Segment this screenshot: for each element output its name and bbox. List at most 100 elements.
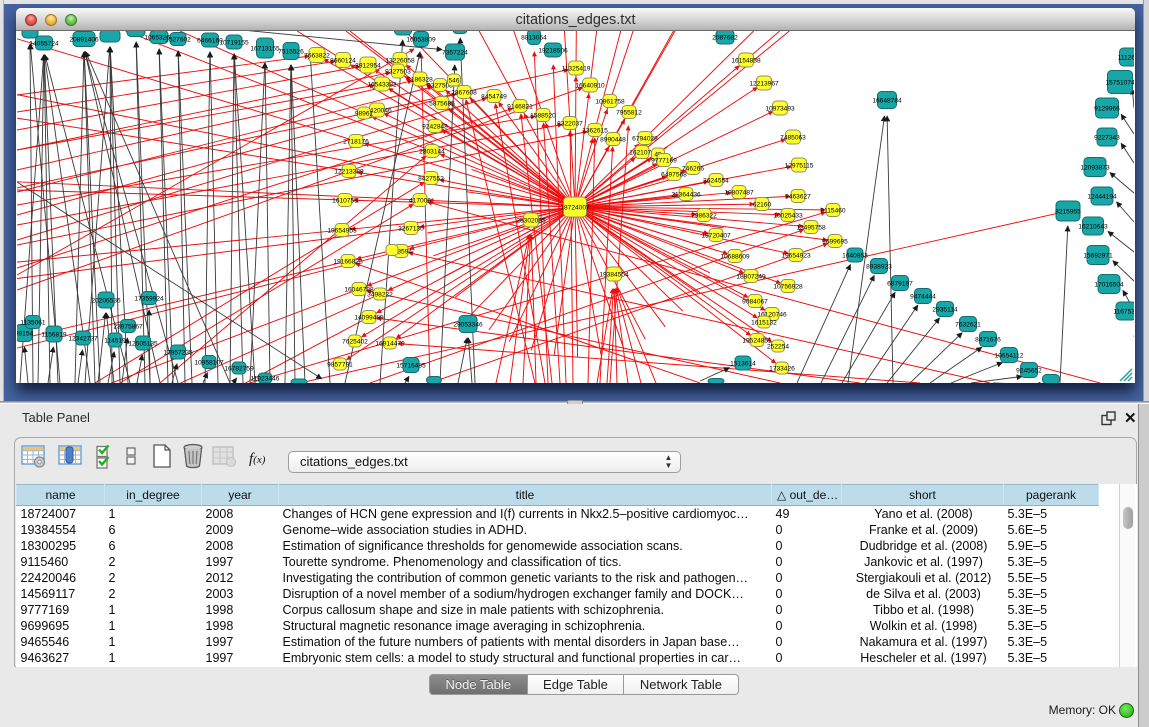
svg-text:11325419: 11325419 bbox=[562, 66, 591, 73]
svg-text:12505135: 12505135 bbox=[128, 341, 158, 348]
svg-text:19384554: 19384554 bbox=[599, 272, 629, 279]
svg-text:746266: 746266 bbox=[682, 166, 704, 173]
svg-text:1513614: 1513614 bbox=[730, 361, 756, 368]
svg-text:13495758: 13495758 bbox=[796, 225, 826, 232]
svg-text:10973493: 10973493 bbox=[765, 106, 795, 113]
svg-text:21364436: 21364436 bbox=[671, 192, 701, 199]
svg-text:16053809: 16053809 bbox=[406, 37, 436, 44]
svg-text:1527602: 1527602 bbox=[165, 37, 191, 44]
svg-text:8322037: 8322037 bbox=[557, 121, 583, 128]
svg-text:2867608: 2867608 bbox=[451, 90, 477, 97]
svg-text:546: 546 bbox=[448, 78, 459, 85]
svg-text:2718176: 2718176 bbox=[343, 139, 369, 146]
svg-text:2087682: 2087682 bbox=[712, 35, 738, 42]
svg-text:16914479: 16914479 bbox=[375, 341, 405, 348]
svg-text:9129966: 9129966 bbox=[1094, 106, 1120, 113]
svg-text:3624554: 3624554 bbox=[703, 178, 729, 185]
svg-text:9245652: 9245652 bbox=[1016, 368, 1042, 375]
svg-text:1112616: 1112616 bbox=[1118, 55, 1134, 62]
svg-text:9242848: 9242848 bbox=[422, 124, 448, 131]
svg-text:8990448: 8990448 bbox=[600, 137, 626, 144]
svg-text:16782759: 16782759 bbox=[224, 366, 254, 373]
svg-text:3267130: 3267130 bbox=[398, 226, 424, 233]
svg-text:10654112: 10654112 bbox=[995, 353, 1024, 360]
svg-text:20891406: 20891406 bbox=[69, 37, 99, 44]
svg-text:12342737: 12342737 bbox=[68, 336, 98, 343]
svg-text:19654923: 19654923 bbox=[781, 253, 811, 260]
svg-text:14055724: 14055724 bbox=[29, 41, 59, 48]
svg-text:9857791: 9857791 bbox=[327, 362, 353, 369]
svg-text:19218506: 19218506 bbox=[538, 48, 568, 55]
svg-text:1610755: 1610755 bbox=[332, 198, 358, 205]
svg-text:417006: 417006 bbox=[409, 198, 431, 205]
svg-text:7625402: 7625402 bbox=[342, 339, 368, 346]
svg-text:9115460: 9115460 bbox=[820, 208, 846, 215]
svg-text:1167533: 1167533 bbox=[1113, 309, 1134, 316]
svg-text:8938923: 8938923 bbox=[866, 264, 892, 271]
svg-text:17359924: 17359924 bbox=[134, 296, 164, 303]
svg-text:9777169: 9777169 bbox=[651, 158, 677, 165]
svg-text:7955812: 7955812 bbox=[616, 110, 642, 117]
svg-text:18724007: 18724007 bbox=[560, 205, 590, 212]
svg-text:1733426: 1733426 bbox=[769, 366, 795, 373]
svg-text:10025433: 10025433 bbox=[773, 213, 803, 220]
svg-text:1640953: 1640953 bbox=[842, 253, 868, 260]
svg-text:252254: 252254 bbox=[767, 344, 789, 351]
svg-text:1615132: 1615132 bbox=[751, 320, 777, 327]
svg-text:8660124: 8660124 bbox=[330, 58, 356, 65]
svg-text:9227343: 9227343 bbox=[1094, 135, 1120, 142]
svg-text:17016504: 17016504 bbox=[1094, 282, 1124, 289]
svg-text:5875685: 5875685 bbox=[429, 101, 455, 108]
svg-text:11923446: 11923446 bbox=[251, 376, 280, 383]
svg-text:16713155: 16713155 bbox=[250, 46, 280, 53]
svg-text:1156819: 1156819 bbox=[41, 332, 67, 339]
svg-text:7485063: 7485063 bbox=[780, 135, 806, 142]
svg-text:1135061: 1135061 bbox=[20, 320, 46, 327]
svg-text:6794028: 6794028 bbox=[632, 136, 658, 143]
svg-text:8427552: 8427552 bbox=[418, 176, 444, 183]
svg-text:1362615: 1362615 bbox=[582, 128, 608, 135]
svg-text:10958107: 10958107 bbox=[194, 360, 224, 367]
svg-text:29053346: 29053346 bbox=[453, 322, 483, 329]
svg-text:7632621: 7632621 bbox=[955, 322, 981, 329]
svg-text:16648784: 16648784 bbox=[872, 98, 902, 105]
svg-text:8813054: 8813054 bbox=[521, 35, 547, 42]
svg-text:8454749: 8454749 bbox=[481, 94, 507, 101]
svg-text:9327503: 9327503 bbox=[385, 69, 411, 76]
svg-text:16640910: 16640910 bbox=[575, 83, 605, 90]
svg-text:12093873: 12093873 bbox=[1080, 165, 1110, 172]
svg-text:13226058: 13226058 bbox=[385, 58, 415, 65]
svg-text:1588520: 1588520 bbox=[530, 113, 556, 120]
svg-text:18807249: 18807249 bbox=[736, 274, 766, 281]
svg-text:8912954: 8912954 bbox=[355, 63, 381, 70]
svg-text:10719155: 10719155 bbox=[219, 40, 249, 47]
svg-text:39154: 39154 bbox=[17, 331, 33, 338]
svg-text:9474444: 9474444 bbox=[910, 294, 936, 301]
svg-text:2803144: 2803144 bbox=[419, 149, 445, 156]
svg-text:14099489: 14099489 bbox=[354, 315, 384, 322]
svg-text:19166825: 19166825 bbox=[333, 259, 363, 266]
svg-text:7357224: 7357224 bbox=[442, 50, 468, 57]
svg-text:15692971: 15692971 bbox=[1083, 253, 1113, 260]
svg-text:17957235: 17957235 bbox=[163, 350, 193, 357]
svg-text:12975115: 12975115 bbox=[785, 163, 814, 170]
svg-text:10961758: 10961758 bbox=[595, 99, 625, 106]
svg-text:7986322: 7986322 bbox=[691, 213, 717, 220]
svg-text:62160: 62160 bbox=[753, 202, 772, 209]
svg-text:12444194: 12444194 bbox=[1087, 194, 1117, 201]
svg-text:15751074: 15751074 bbox=[1105, 80, 1134, 87]
svg-text:12213389: 12213389 bbox=[334, 169, 364, 176]
svg-text:10807487: 10807487 bbox=[724, 190, 754, 197]
svg-text:114519: 114519 bbox=[104, 338, 126, 345]
svg-text:9463627: 9463627 bbox=[785, 194, 811, 201]
svg-text:10756928: 10756928 bbox=[773, 284, 803, 291]
svg-text:8215955: 8215955 bbox=[1055, 209, 1081, 216]
svg-text:6879197: 6879197 bbox=[887, 281, 913, 288]
svg-text:7515526: 7515526 bbox=[278, 49, 304, 56]
svg-text:20206536: 20206536 bbox=[91, 298, 121, 305]
svg-text:15716485: 15716485 bbox=[396, 363, 426, 370]
svg-text:16543382: 16543382 bbox=[367, 82, 397, 89]
svg-text:9699695: 9699695 bbox=[822, 239, 848, 246]
svg-text:10688609: 10688609 bbox=[720, 254, 750, 261]
svg-text:19654955: 19654955 bbox=[327, 228, 357, 235]
